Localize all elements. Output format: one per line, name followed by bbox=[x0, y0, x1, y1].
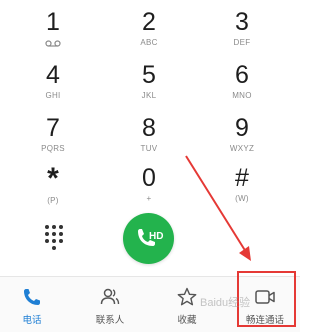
key-0[interactable]: 0 + bbox=[109, 164, 189, 216]
key-5[interactable]: 5 JKL bbox=[109, 61, 189, 113]
key-digit: 4 bbox=[46, 61, 60, 89]
tab-label: 联系人 bbox=[95, 315, 125, 326]
voicemail-icon bbox=[45, 40, 61, 47]
key-digit: 8 bbox=[142, 114, 156, 142]
key-digit: # bbox=[235, 164, 249, 192]
key-digit: 7 bbox=[46, 114, 60, 142]
key-star[interactable]: * (P) bbox=[13, 164, 93, 216]
key-7[interactable]: 7 PQRS bbox=[13, 114, 93, 166]
key-letters: (P) bbox=[47, 196, 59, 205]
key-3[interactable]: 3 DEF bbox=[202, 8, 282, 60]
key-digit: 9 bbox=[235, 114, 249, 142]
key-letters: MNO bbox=[232, 91, 252, 100]
key-1[interactable]: 1 bbox=[13, 8, 93, 60]
tab-favorites[interactable]: 收藏 bbox=[152, 277, 222, 332]
key-letters: (W) bbox=[235, 194, 249, 203]
key-letters: GHI bbox=[45, 91, 61, 100]
bottom-tab-bar: 电话 联系人 收藏 畅连通话 bbox=[0, 276, 300, 332]
key-9[interactable]: 9 WXYZ bbox=[202, 114, 282, 166]
call-button[interactable]: HD bbox=[123, 213, 174, 264]
key-4[interactable]: 4 GHI bbox=[13, 61, 93, 113]
tab-video-call[interactable]: 畅连通话 bbox=[230, 277, 300, 332]
contacts-icon bbox=[100, 288, 120, 305]
tab-label: 收藏 bbox=[177, 315, 197, 326]
key-digit: 3 bbox=[235, 8, 249, 36]
hd-label: HD bbox=[149, 231, 163, 242]
dialpad-toggle-icon[interactable] bbox=[43, 224, 65, 250]
phone-icon: HD bbox=[137, 228, 163, 246]
key-letters: DEF bbox=[233, 38, 251, 47]
key-letters: TUV bbox=[140, 144, 158, 153]
tab-phone[interactable]: 电话 bbox=[0, 277, 67, 332]
key-hash[interactable]: # (W) bbox=[202, 164, 282, 216]
key-letters: ABC bbox=[140, 38, 158, 47]
key-digit: 2 bbox=[142, 8, 156, 36]
key-letters: PQRS bbox=[41, 144, 65, 153]
key-6[interactable]: 6 MNO bbox=[202, 61, 282, 113]
key-2[interactable]: 2 ABC bbox=[109, 8, 189, 60]
tab-contacts[interactable]: 联系人 bbox=[75, 277, 145, 332]
key-digit: 1 bbox=[46, 8, 60, 36]
star-icon bbox=[177, 287, 197, 306]
video-call-icon bbox=[255, 290, 275, 304]
key-digit: * bbox=[47, 162, 59, 195]
key-letters: + bbox=[146, 194, 152, 203]
phone-icon bbox=[24, 289, 40, 305]
key-letters: JKL bbox=[141, 91, 157, 100]
key-digit: 0 bbox=[142, 164, 156, 192]
key-digit: 5 bbox=[142, 61, 156, 89]
tab-label: 电话 bbox=[22, 315, 42, 326]
key-letters: WXYZ bbox=[229, 144, 255, 153]
key-digit: 6 bbox=[235, 61, 249, 89]
key-8[interactable]: 8 TUV bbox=[109, 114, 189, 166]
tab-label: 畅连通话 bbox=[245, 315, 284, 326]
